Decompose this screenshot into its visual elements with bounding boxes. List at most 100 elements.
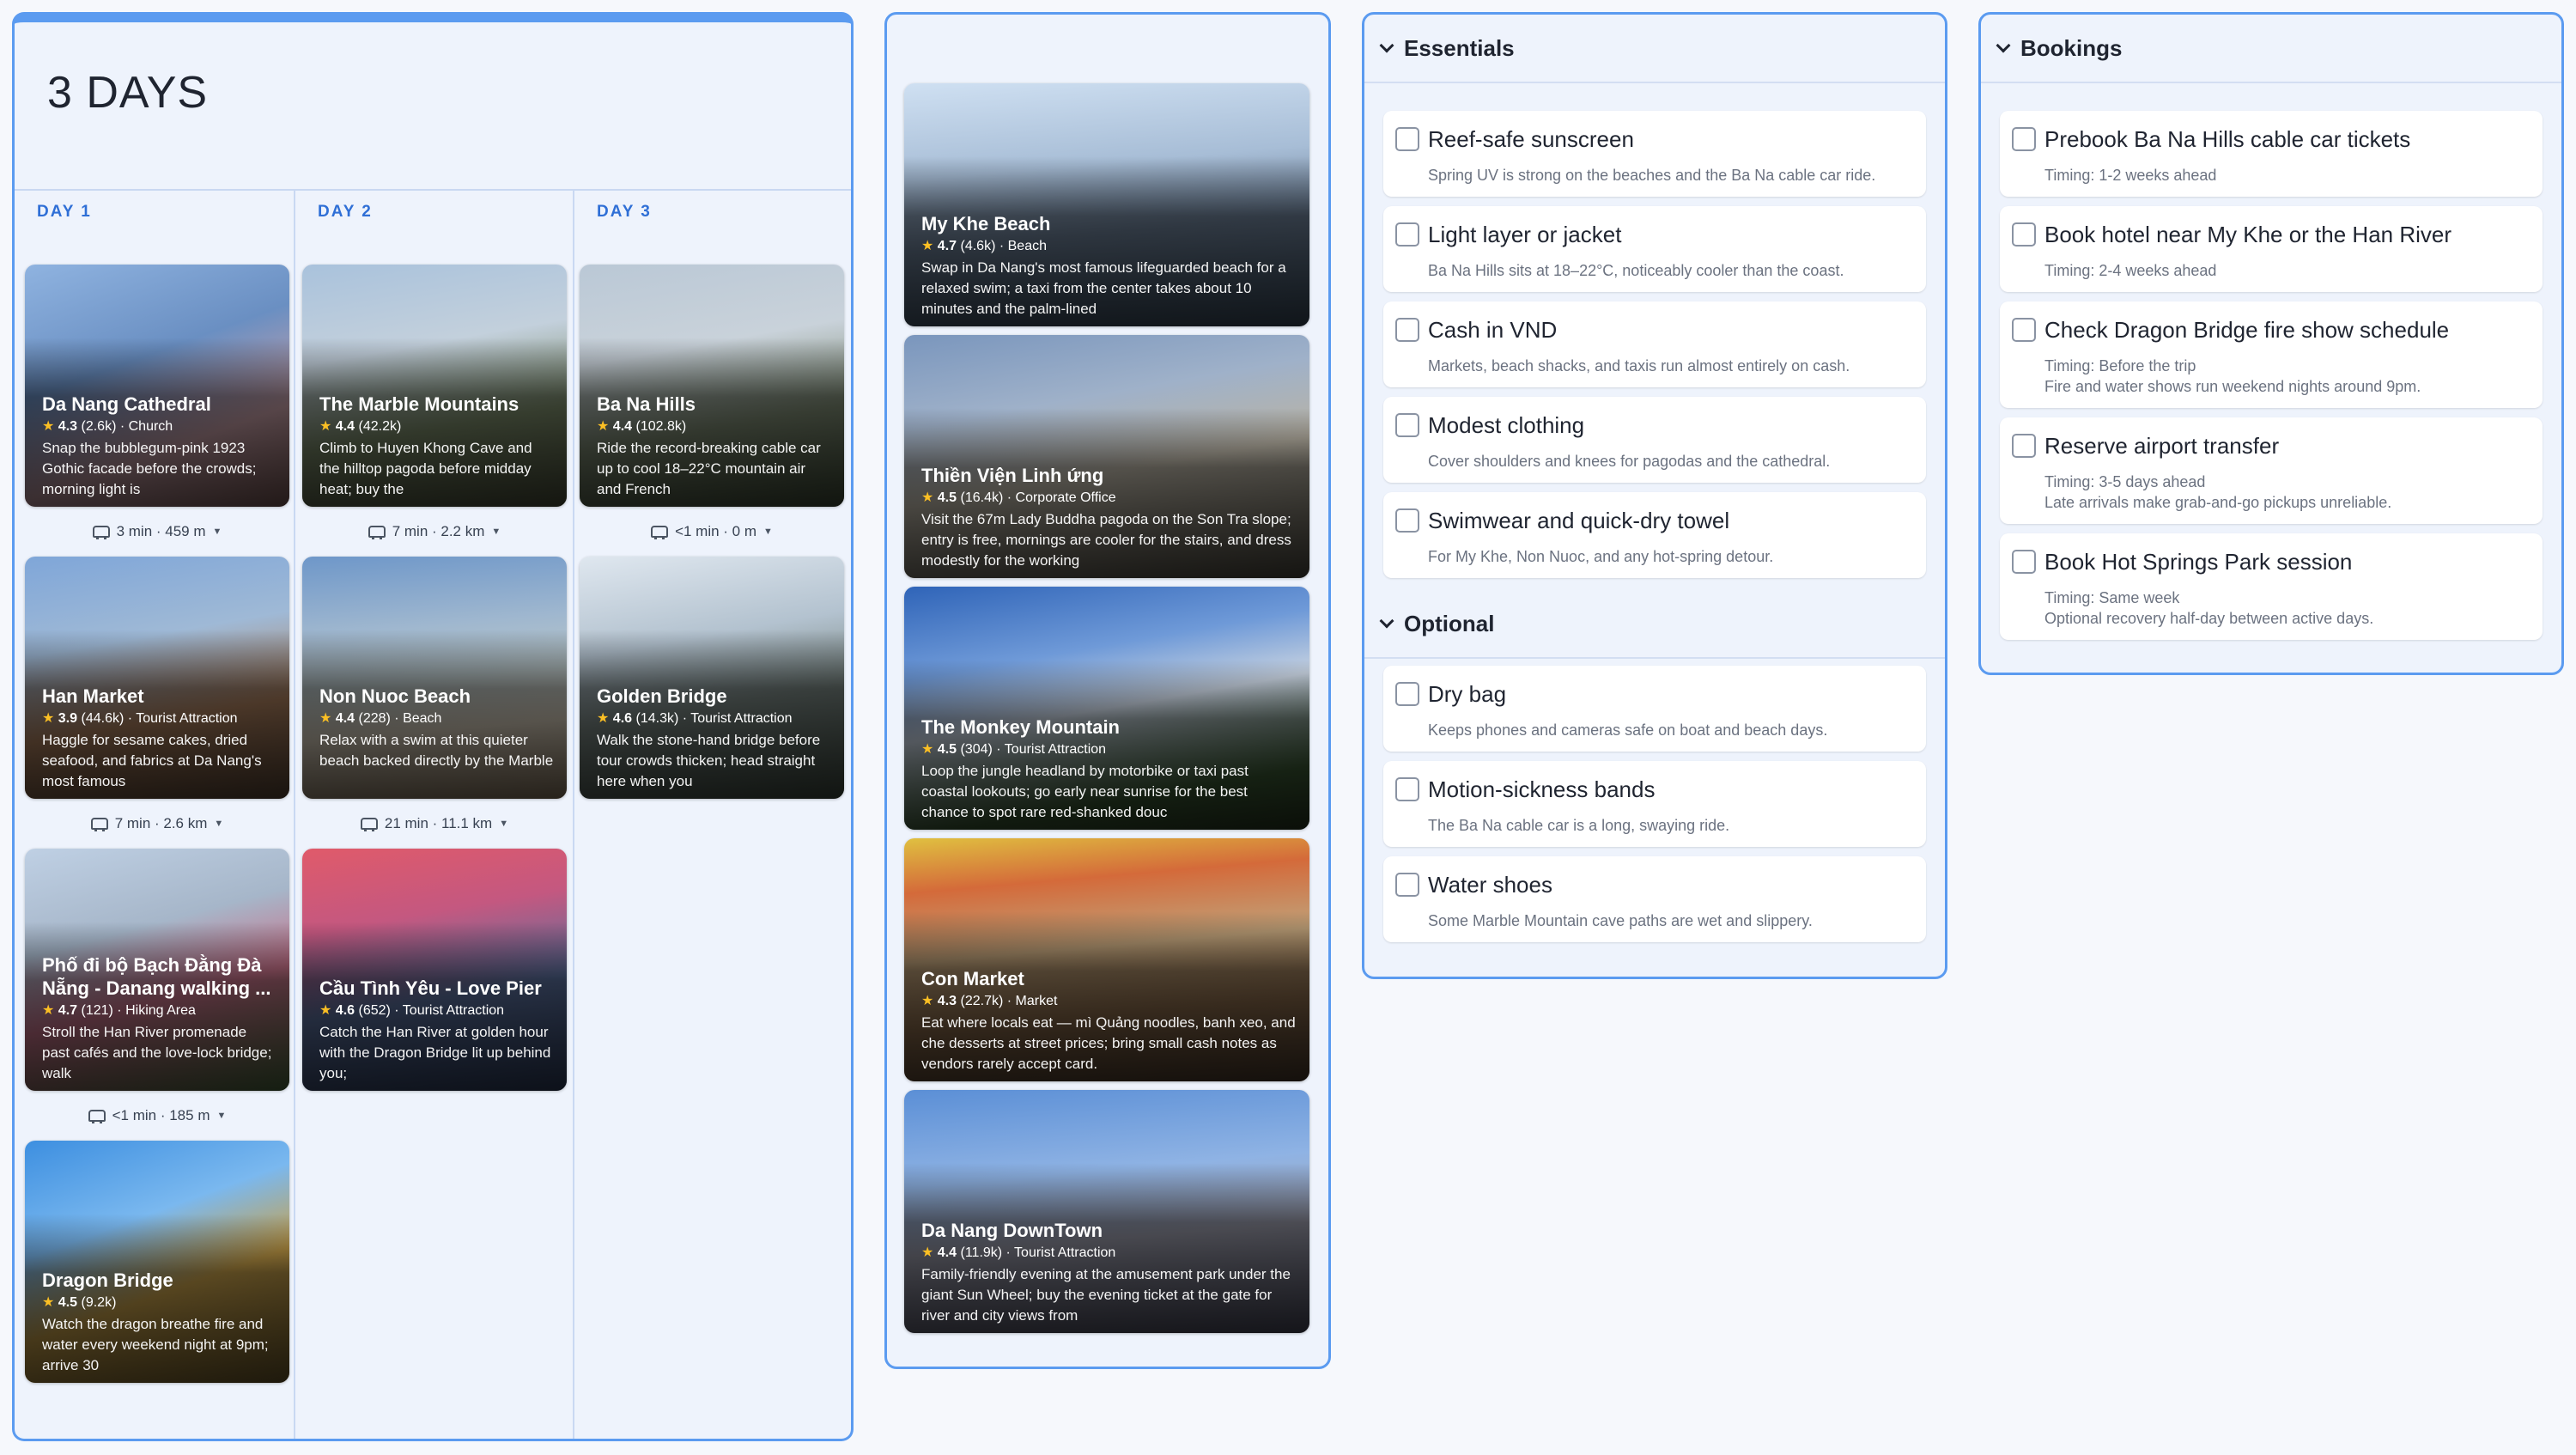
checkbox[interactable] (1395, 873, 1419, 897)
checklist-item[interactable]: Motion-sickness bands The Ba Na cable ca… (1383, 761, 1926, 847)
travel-info: 7 min · 2.6 km (114, 815, 208, 831)
item-note: Optional recovery half-day between activ… (2044, 610, 2374, 627)
booking-item[interactable]: Reserve airport transfer Timing: 3-5 day… (2000, 417, 2543, 524)
place-card[interactable]: The Marble Mountains ★ 4.4 (42.2k) Climb… (302, 265, 567, 507)
place-card[interactable]: Han Market ★ 3.9 (44.6k) · Tourist Attra… (25, 557, 289, 799)
booking-item[interactable]: Prebook Ba Na Hills cable car tickets Ti… (2000, 111, 2543, 197)
place-rating: 4.4 (612, 419, 633, 434)
place-description: Haggle for sesame cakes, dried seafood, … (42, 732, 262, 789)
item-title: Swimwear and quick-dry towel (1428, 508, 1730, 533)
place-rating: 4.6 (335, 1003, 355, 1018)
travel-segment[interactable]: 21 min · 11.1 km ▼ (302, 811, 567, 837)
travel-info: <1 min · 0 m (675, 523, 757, 539)
booking-item[interactable]: Book Hot Springs Park session Timing: Sa… (2000, 533, 2543, 640)
star-icon: ★ (42, 1003, 55, 1018)
place-card[interactable]: Da Nang Cathedral ★ 4.3 (2.6k) · Church … (25, 265, 289, 507)
item-note: For My Khe, Non Nuoc, and any hot-spring… (1428, 548, 1774, 565)
checkbox[interactable] (1395, 682, 1419, 706)
place-card[interactable]: My Khe Beach ★ 4.7 (4.6k) · Beach Swap i… (904, 83, 1309, 326)
checkbox[interactable] (1395, 318, 1419, 342)
car-icon (368, 526, 386, 539)
place-name: Da Nang DownTown (921, 1220, 1103, 1241)
place-card[interactable]: Cầu Tình Yêu - Love Pier ★ 4.6 (652) · T… (302, 849, 567, 1091)
place-reviews: (42.2k) (358, 419, 402, 434)
place-name: Non Nuoc Beach (319, 685, 471, 707)
travel-segment[interactable]: 7 min · 2.6 km ▼ (25, 811, 289, 837)
checkbox[interactable] (1395, 127, 1419, 151)
place-card[interactable]: Con Market ★ 4.3 (22.7k) · Market Eat wh… (904, 838, 1309, 1081)
place-reviews: (11.9k) (960, 1245, 1003, 1260)
star-icon: ★ (597, 419, 610, 434)
place-card[interactable]: Da Nang DownTown ★ 4.4 (11.9k) · Tourist… (904, 1090, 1309, 1333)
place-rating: 4.4 (937, 1245, 957, 1260)
checkbox[interactable] (2012, 318, 2036, 342)
bookings-section-header[interactable]: Bookings (1981, 15, 2561, 83)
checkbox[interactable] (2012, 434, 2036, 458)
place-card[interactable]: Golden Bridge ★ 4.6 (14.3k) · Tourist At… (580, 557, 844, 799)
item-note: The Ba Na cable car is a long, swaying r… (1428, 817, 1730, 834)
checklist-item[interactable]: Dry bag Keeps phones and cameras safe on… (1383, 666, 1926, 752)
place-reviews: (121) (81, 1003, 113, 1018)
chevron-down-icon: ▼ (499, 819, 509, 829)
checklist-item[interactable]: Cash in VND Markets, beach shacks, and t… (1383, 301, 1926, 387)
place-description: Snap the bubblegum-pink 1923 Gothic faca… (42, 440, 257, 497)
car-icon (651, 526, 669, 539)
chevron-down-icon (1379, 613, 1394, 629)
place-category: Church (128, 419, 173, 434)
checkbox[interactable] (1395, 413, 1419, 437)
travel-info: <1 min · 185 m (112, 1107, 210, 1123)
chevron-down-icon (1379, 38, 1394, 53)
checkbox[interactable] (1395, 777, 1419, 801)
star-icon: ★ (921, 742, 934, 757)
place-category: Tourist Attraction (1004, 742, 1107, 757)
travel-segment[interactable]: <1 min · 0 m ▼ (580, 519, 844, 545)
booking-item[interactable]: Check Dragon Bridge fire show schedule T… (2000, 301, 2543, 408)
place-description: Climb to Huyen Khong Cave and the hillto… (319, 440, 532, 497)
travel-segment[interactable]: 7 min · 2.2 km ▼ (302, 519, 567, 545)
booking-item[interactable]: Book hotel near My Khe or the Han River … (2000, 206, 2543, 292)
place-reviews: (2.6k) (81, 419, 117, 434)
itinerary-panel: 3 DAYS DAY 1 Da Nang Cathedral ★ 4.3 (2.… (12, 12, 854, 1441)
place-name: Ba Na Hills (597, 393, 696, 415)
checklist-item[interactable]: Water shoes Some Marble Mountain cave pa… (1383, 856, 1926, 942)
item-note: Spring UV is strong on the beaches and t… (1428, 167, 1876, 184)
bookings-panel: Bookings Prebook Ba Na Hills cable car t… (1978, 12, 2564, 675)
checklist-item[interactable]: Modest clothing Cover shoulders and knee… (1383, 397, 1926, 483)
place-description: Visit the 67m Lady Buddha pagoda on the … (921, 511, 1291, 569)
day-label: DAY 3 (597, 203, 652, 221)
place-card[interactable]: Ba Na Hills ★ 4.4 (102.8k) Ride the reco… (580, 265, 844, 507)
travel-segment[interactable]: 3 min · 459 m ▼ (25, 519, 289, 545)
place-card[interactable]: Phố đi bộ Bạch Đằng Đà Nẵng - Danang wal… (25, 849, 289, 1091)
item-title: Water shoes (1428, 872, 1552, 898)
optional-section-header[interactable]: Optional (1364, 590, 1945, 659)
essentials-section-header[interactable]: Essentials (1364, 15, 1945, 83)
checkbox[interactable] (1395, 508, 1419, 533)
place-name: Golden Bridge (597, 685, 727, 707)
place-card[interactable]: The Monkey Mountain ★ 4.5 (304) · Touris… (904, 587, 1309, 830)
item-note: Markets, beach shacks, and taxis run alm… (1428, 357, 1850, 374)
checkbox[interactable] (1395, 222, 1419, 247)
star-icon: ★ (319, 711, 332, 726)
place-card[interactable]: Thiền Viện Linh ứng ★ 4.5 (16.4k) · Corp… (904, 335, 1309, 578)
item-timing: Timing: 1-2 weeks ahead (2044, 167, 2217, 184)
travel-info: 7 min · 2.2 km (392, 523, 485, 539)
car-icon (360, 818, 378, 831)
place-rating: 4.4 (335, 419, 355, 434)
checklist-item[interactable]: Light layer or jacket Ba Na Hills sits a… (1383, 206, 1926, 292)
place-card[interactable]: Dragon Bridge ★ 4.5 (9.2k) Watch the dra… (25, 1141, 289, 1383)
checkbox[interactable] (2012, 550, 2036, 574)
checklist-item[interactable]: Reef-safe sunscreen Spring UV is strong … (1383, 111, 1926, 197)
place-category: Beach (403, 711, 442, 726)
star-icon: ★ (921, 490, 934, 505)
item-note: Keeps phones and cameras safe on boat an… (1428, 721, 1828, 739)
place-description: Catch the Han River at golden hour with … (319, 1024, 551, 1081)
place-name: Dragon Bridge (42, 1269, 173, 1291)
checkbox[interactable] (2012, 222, 2036, 247)
place-rating: 4.5 (937, 490, 957, 505)
travel-segment[interactable]: <1 min · 185 m ▼ (25, 1103, 289, 1129)
day-label: DAY 1 (37, 203, 92, 221)
checklist-item[interactable]: Swimwear and quick-dry towel For My Khe,… (1383, 492, 1926, 578)
place-reviews: (14.3k) (635, 711, 679, 726)
place-card[interactable]: Non Nuoc Beach ★ 4.4 (228) · Beach Relax… (302, 557, 567, 799)
checkbox[interactable] (2012, 127, 2036, 151)
